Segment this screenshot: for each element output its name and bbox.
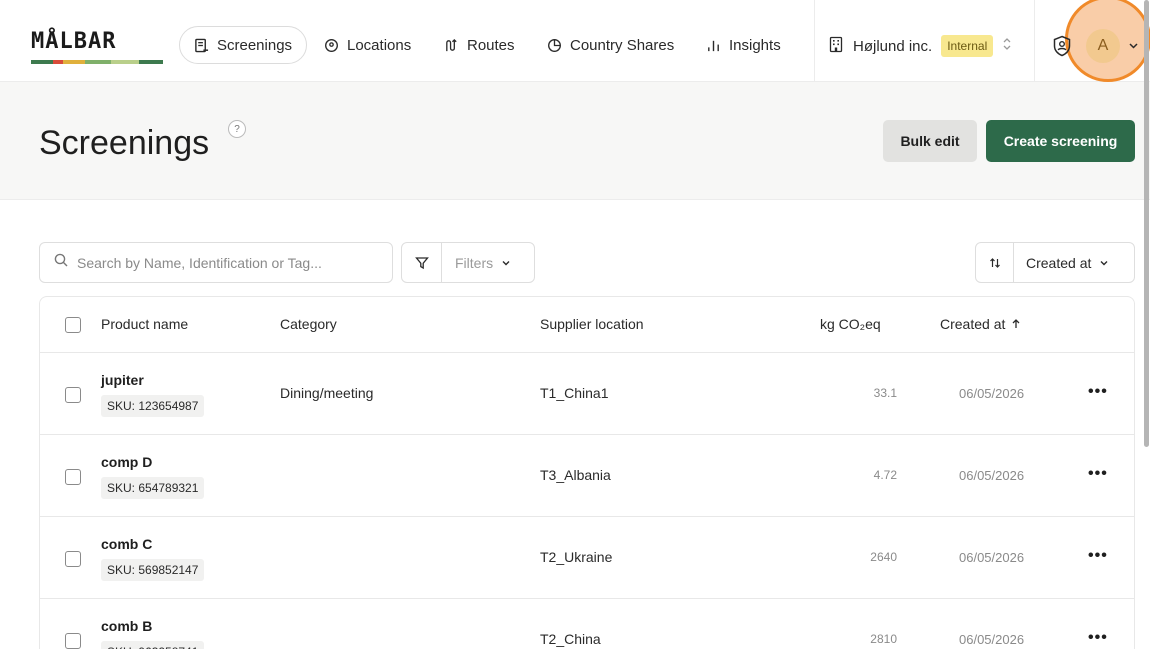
- sku-tag: SKU: 123654987: [101, 395, 205, 417]
- co2-cell: 33.1: [873, 386, 897, 400]
- search-placeholder: Search by Name, Identification or Tag...: [77, 254, 322, 271]
- bulk-edit-button[interactable]: Bulk edit: [883, 120, 977, 162]
- screenings-table: Product name Category Supplier location …: [39, 296, 1135, 649]
- column-header-product[interactable]: Product name: [101, 316, 188, 332]
- product-name[interactable]: comp D: [101, 454, 152, 470]
- row-menu-button[interactable]: •••: [1088, 383, 1108, 401]
- nav-tab-country-shares[interactable]: Country Shares: [547, 26, 674, 64]
- supplier-cell: T2_China: [540, 631, 601, 647]
- row-menu-button[interactable]: •••: [1088, 547, 1108, 565]
- sort-ascending-icon: [1011, 316, 1021, 332]
- sort-label: Created at: [1026, 254, 1092, 271]
- organization-switcher[interactable]: Højlund inc. Internal: [828, 30, 1012, 62]
- table-header: Product name Category Supplier location …: [40, 297, 1134, 353]
- select-all-checkbox[interactable]: [65, 317, 81, 333]
- internal-badge: Internal: [941, 35, 994, 57]
- page-header: Screenings ? Bulk edit Create screening: [0, 82, 1150, 200]
- location-pin-icon: [324, 38, 339, 53]
- nav-tab-insights[interactable]: Insights: [706, 26, 781, 64]
- top-navigation: MÅLBAR Screenings Locations Routes Count…: [0, 0, 1150, 82]
- column-header-supplier[interactable]: Supplier location: [540, 316, 644, 332]
- row-checkbox[interactable]: [65, 633, 81, 649]
- user-avatar[interactable]: A: [1086, 29, 1120, 63]
- nav-tab-locations[interactable]: Locations: [324, 26, 411, 64]
- sku-tag: SKU: 654789321: [101, 477, 205, 499]
- nav-tab-routes[interactable]: Routes: [444, 26, 515, 64]
- chevron-up-down-icon: [1002, 37, 1012, 55]
- table-row[interactable]: comb C SKU: 569852147 T2_Ukraine 2640 06…: [40, 517, 1134, 599]
- chevron-down-icon: [1099, 255, 1109, 271]
- table-row[interactable]: comb B SKU: 963258741 T2_China 2810 06/0…: [40, 599, 1134, 649]
- chevron-down-icon: [501, 255, 511, 271]
- nav-divider: [814, 0, 815, 82]
- column-header-created-label: Created at: [940, 316, 1006, 332]
- filters-dropdown[interactable]: Filters: [401, 242, 535, 283]
- filter-funnel-icon[interactable]: [402, 243, 442, 282]
- row-checkbox[interactable]: [65, 387, 81, 403]
- co2-cell: 2640: [870, 550, 897, 564]
- pie-chart-icon: [547, 38, 562, 53]
- filters-label: Filters: [455, 254, 494, 271]
- app-logo[interactable]: MÅLBAR: [31, 30, 163, 64]
- product-name[interactable]: jupiter: [101, 372, 144, 388]
- chevron-down-icon[interactable]: [1128, 38, 1139, 56]
- logo-color-bar: [31, 60, 163, 64]
- table-row[interactable]: jupiter SKU: 123654987 Dining/meeting T1…: [40, 353, 1134, 435]
- nav-label: Locations: [347, 36, 412, 54]
- nav-label: Insights: [729, 36, 781, 54]
- supplier-cell: T3_Albania: [540, 467, 611, 483]
- category-cell: Dining/meeting: [280, 385, 374, 401]
- nav-label: Country Shares: [570, 36, 675, 54]
- building-icon: [828, 36, 844, 57]
- nav-label: Screenings: [217, 36, 293, 54]
- shield-user-icon[interactable]: [1052, 35, 1072, 62]
- nav-tab-screenings[interactable]: Screenings: [179, 26, 308, 64]
- co2-cell: 2810: [870, 632, 897, 646]
- row-menu-button[interactable]: •••: [1088, 629, 1108, 647]
- create-screening-button[interactable]: Create screening: [986, 120, 1135, 162]
- screenings-icon: [194, 38, 209, 53]
- supplier-cell: T2_Ukraine: [540, 549, 613, 565]
- search-icon: [54, 253, 68, 272]
- column-header-created[interactable]: Created at: [940, 316, 1021, 332]
- page-title: Screenings: [39, 124, 210, 162]
- routes-icon: [444, 38, 459, 53]
- sku-tag: SKU: 963258741: [101, 641, 205, 649]
- supplier-cell: T1_China1: [540, 385, 609, 401]
- created-cell: 06/05/2026: [959, 468, 1025, 483]
- organization-name: Højlund inc.: [853, 37, 933, 55]
- created-cell: 06/05/2026: [959, 632, 1025, 647]
- co2-cell: 4.72: [873, 468, 897, 482]
- logo-text: MÅLBAR: [31, 29, 117, 54]
- row-checkbox[interactable]: [65, 469, 81, 485]
- sort-direction-icon[interactable]: [976, 243, 1014, 282]
- row-checkbox[interactable]: [65, 551, 81, 567]
- sort-dropdown[interactable]: Created at: [975, 242, 1135, 283]
- column-header-category[interactable]: Category: [280, 316, 337, 332]
- product-name[interactable]: comb C: [101, 536, 152, 552]
- created-cell: 06/05/2026: [959, 550, 1025, 565]
- bar-chart-icon: [706, 38, 721, 53]
- help-icon[interactable]: ?: [228, 120, 246, 138]
- search-input[interactable]: Search by Name, Identification or Tag...: [39, 242, 393, 283]
- product-name[interactable]: comb B: [101, 618, 152, 634]
- nav-divider: [1034, 0, 1035, 82]
- created-cell: 06/05/2026: [959, 386, 1025, 401]
- column-header-co2[interactable]: kg CO₂eq: [820, 316, 881, 332]
- table-row[interactable]: comp D SKU: 654789321 T3_Albania 4.72 06…: [40, 435, 1134, 517]
- nav-label: Routes: [467, 36, 515, 54]
- vertical-scrollbar[interactable]: [1144, 0, 1149, 447]
- row-menu-button[interactable]: •••: [1088, 465, 1108, 483]
- sku-tag: SKU: 569852147: [101, 559, 205, 581]
